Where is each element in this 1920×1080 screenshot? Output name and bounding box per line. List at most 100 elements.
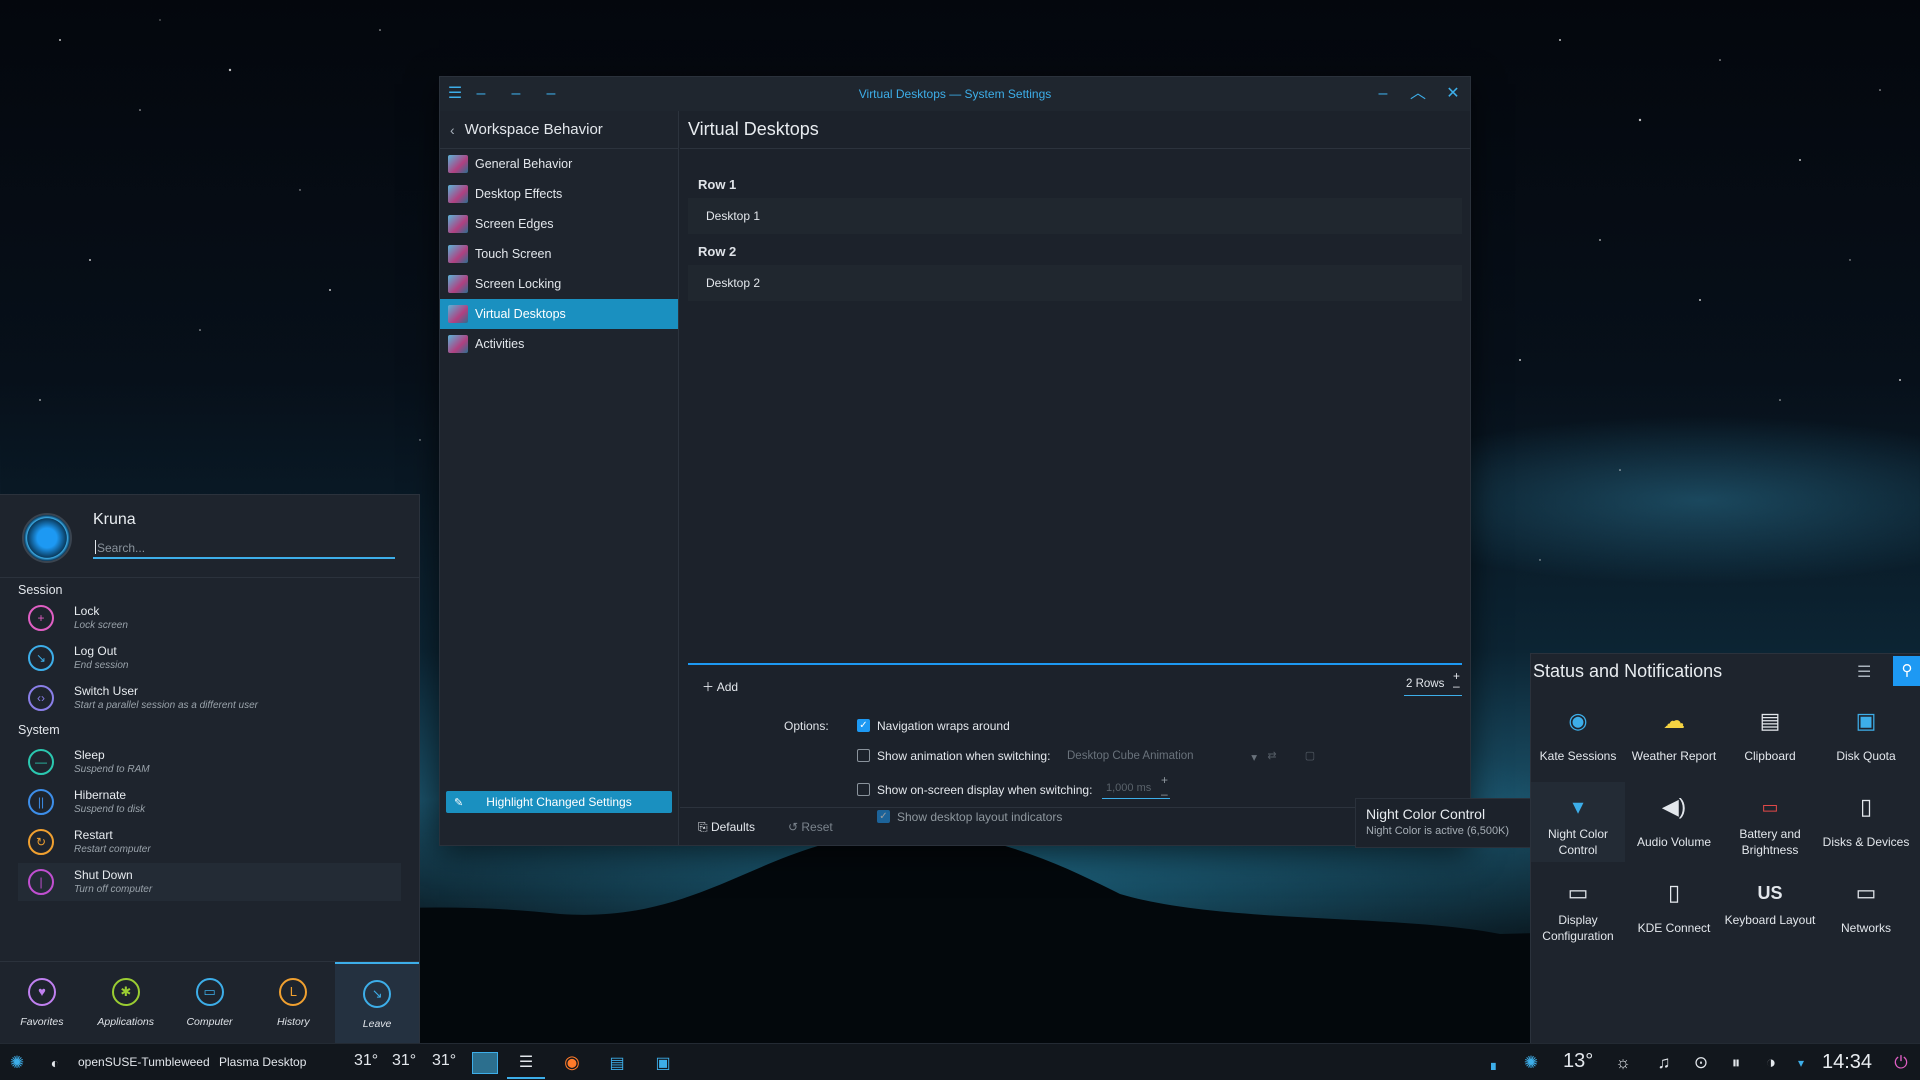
night-color-tray-icon[interactable]: ◑ (1760, 1052, 1782, 1074)
logout-item[interactable]: ↘ Log Out End session (18, 639, 401, 677)
sidebar-item-screen-edges[interactable]: Screen Edges (440, 209, 678, 239)
launcher-search-input[interactable]: Search... (93, 535, 395, 559)
animation-combo[interactable]: Desktop Cube Animation ▾ (1067, 750, 1257, 764)
navigation-wraps-checkbox[interactable]: ✓ (857, 719, 870, 732)
notifications-icon[interactable]: ♫ (1653, 1052, 1675, 1074)
highlight-button-label: Highlight Changed Settings (486, 795, 632, 809)
tray-item-label: Display Configuration (1542, 913, 1614, 943)
spin-arrows-icon[interactable]: + – (1161, 773, 1168, 801)
power-icon[interactable]: ⏻ (1890, 1052, 1912, 1074)
settings-sidebar: ‹ Workspace Behavior General Behavior De… (440, 111, 679, 845)
tray-weather-report[interactable]: ☁ Weather Report (1627, 696, 1721, 776)
desktop-1-entry[interactable]: Desktop 1 (688, 198, 1462, 234)
item-desc: Start a parallel session as a different … (74, 700, 258, 711)
tray-display-configuration[interactable]: ▭ Display Configuration (1531, 868, 1625, 948)
row-1-header: Row 1 (698, 177, 737, 192)
kde-logo-icon[interactable]: ✺ (1520, 1052, 1542, 1074)
maximize-button[interactable]: ︿ (1407, 83, 1429, 105)
brightness-icon[interactable]: ☼ (1612, 1052, 1634, 1074)
show-osd-checkbox[interactable] (857, 783, 870, 796)
shutdown-item[interactable]: | Shut Down Turn off computer (18, 863, 401, 901)
clock[interactable]: 14:34 (1822, 1051, 1872, 1074)
tray-disks-devices[interactable]: ▯ Disks & Devices (1819, 782, 1913, 862)
show-animation-checkbox[interactable] (857, 749, 870, 762)
launcher-icon[interactable]: ✺ (6, 1052, 28, 1074)
tray-disk-quota[interactable]: ▣ Disk Quota (1819, 696, 1913, 776)
tab-leave[interactable]: ↘ Leave (335, 962, 419, 1043)
networks-icon: ▭ (1855, 880, 1877, 905)
tray-networks[interactable]: ▭ Networks (1819, 868, 1913, 948)
weather-icon: ☁ (1663, 708, 1685, 733)
page-title: Virtual Desktops (680, 111, 1470, 149)
desktop-name: Desktop 1 (706, 209, 761, 223)
sidebar-item-general-behavior[interactable]: General Behavior (440, 149, 678, 179)
tab-computer[interactable]: ▭ Computer (168, 962, 252, 1043)
defaults-icon: ⎘ (698, 820, 711, 834)
tray-item-label: Night Color Control (1547, 827, 1609, 857)
tray-battery-brightness[interactable]: ▭ Battery and Brightness (1723, 782, 1817, 862)
sidebar-back-header[interactable]: ‹ Workspace Behavior (440, 111, 678, 149)
highlight-changed-settings-button[interactable]: ✎ Highlight Changed Settings (446, 791, 672, 813)
sidebar-item-desktop-effects[interactable]: Desktop Effects (440, 179, 678, 209)
task-firefox[interactable]: ◉ (553, 1046, 591, 1079)
tray-keyboard-layout[interactable]: US Keyboard Layout (1723, 868, 1817, 948)
tray-title: Status and Notifications (1533, 661, 1723, 681)
sidebar-item-activities[interactable]: Activities (440, 329, 678, 359)
configure-icon[interactable]: ☰ (1857, 662, 1871, 682)
tray-kate-sessions[interactable]: ◉ Kate Sessions (1531, 696, 1625, 776)
defaults-button[interactable]: ⎘ Defaults (698, 820, 755, 835)
item-name: Log Out (74, 644, 117, 658)
switch-user-item[interactable]: ‹› Switch User Start a parallel session … (18, 679, 401, 717)
close-button[interactable]: ✕ (1442, 83, 1464, 105)
reset-button[interactable]: ↺ Reset (788, 820, 833, 834)
lock-icon: + (28, 605, 54, 631)
sidebar-item-virtual-desktops[interactable]: Virtual Desktops (440, 299, 678, 329)
media-pause-icon[interactable]: ⏸ (1725, 1052, 1747, 1074)
restart-item[interactable]: ↻ Restart Restart computer (18, 823, 401, 861)
sidebar-item-touch-screen[interactable]: Touch Screen (440, 239, 678, 269)
tab-history[interactable]: L History (251, 962, 335, 1043)
shutdown-icon: | (28, 869, 54, 895)
osd-duration-spinbox[interactable]: 1,000 ms + – (1102, 773, 1170, 801)
animation-configure-icon[interactable]: ⇄ (1264, 749, 1280, 765)
tray-kde-connect[interactable]: ▯ KDE Connect (1627, 868, 1721, 948)
display-config-icon: ▭ (1567, 880, 1589, 905)
sidebar-item-screen-locking[interactable]: Screen Locking (440, 269, 678, 299)
item-desc: Lock screen (74, 620, 128, 631)
user-name: Kruna (93, 511, 136, 528)
window-titlebar[interactable]: ☰ – – – Virtual Desktops — System Settin… (440, 77, 1470, 111)
tray-night-color-control[interactable]: ▾ Night Color Control (1531, 782, 1625, 862)
desktop-2-entry[interactable]: Desktop 2 (688, 265, 1462, 301)
tray-audio-volume[interactable]: ◀) Audio Volume (1627, 782, 1721, 862)
opensuse-icon[interactable]: ◐ (44, 1052, 66, 1074)
tray-clipboard[interactable]: ▤ Clipboard (1723, 696, 1817, 776)
hibernate-item[interactable]: || Hibernate Suspend to disk (18, 783, 401, 821)
desktop-name: Desktop 2 (706, 276, 761, 290)
updates-icon[interactable]: ⊙ (1690, 1052, 1712, 1074)
item-desc: End session (74, 660, 129, 671)
back-arrow-icon[interactable]: ‹ (450, 122, 455, 138)
rows-spinbox[interactable]: 2 Rows + – (1404, 670, 1462, 696)
task-system-settings[interactable]: ☰ (507, 1046, 545, 1079)
tab-applications[interactable]: ✱ Applications (84, 962, 168, 1043)
search-placeholder: Search... (97, 541, 146, 555)
pin-icon[interactable]: ⚲ (1893, 656, 1920, 686)
animation-about-icon[interactable]: ▢ (1302, 749, 1318, 765)
peek-desktop-icon[interactable]: ▗ (1480, 1052, 1502, 1074)
tray-expand-icon[interactable]: ▾ (1790, 1052, 1812, 1074)
user-avatar[interactable] (22, 513, 72, 563)
task-dolphin[interactable]: ▤ (598, 1046, 636, 1079)
spin-arrows-icon[interactable]: + – (1453, 670, 1460, 692)
sleep-item[interactable]: — Sleep Suspend to RAM (18, 743, 401, 781)
reset-icon: ↺ (788, 820, 802, 834)
system-header: System (18, 723, 60, 737)
add-desktop-button[interactable]: ＋ Add (702, 678, 738, 695)
lock-item[interactable]: + Lock Lock screen (18, 599, 401, 637)
task-discover[interactable]: ▣ (644, 1046, 682, 1079)
battery-icon: ▭ (1761, 797, 1779, 817)
task-pager[interactable] (466, 1046, 504, 1079)
tab-favorites[interactable]: ♥ Favorites (0, 962, 84, 1043)
item-name: Hibernate (74, 788, 127, 802)
minimize-button[interactable]: – (1372, 83, 1394, 105)
tray-item-label: KDE Connect (1637, 921, 1711, 935)
